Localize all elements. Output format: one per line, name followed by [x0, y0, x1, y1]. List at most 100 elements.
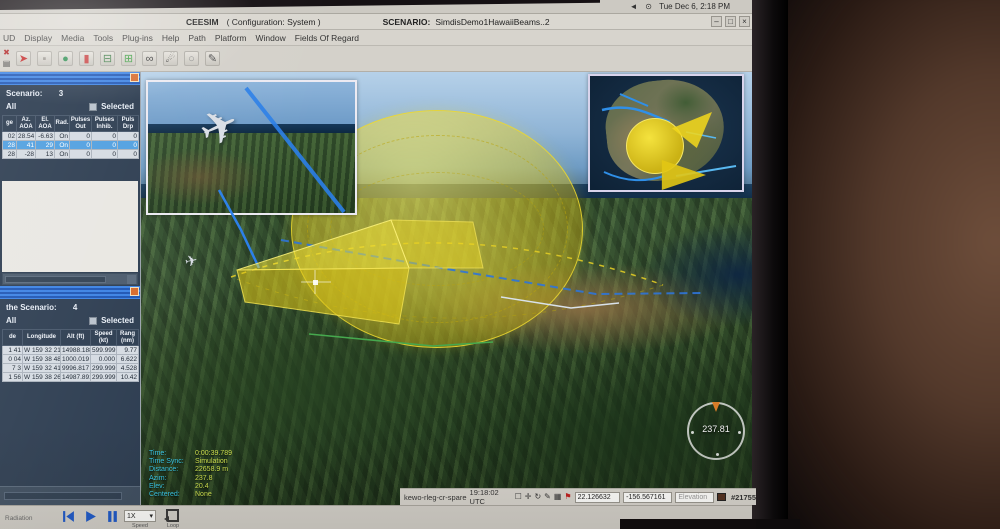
dot-icon[interactable]: ○	[184, 51, 199, 66]
menu-item[interactable]: UD	[3, 33, 15, 43]
table-cell: 28	[3, 150, 17, 159]
pencil-icon[interactable]: ✎	[544, 492, 551, 502]
network-icon[interactable]: ⊟	[100, 51, 115, 66]
scrollbar-thumb[interactable]	[5, 276, 106, 283]
close-button[interactable]: ×	[739, 16, 750, 27]
menu-item[interactable]: Platform	[215, 33, 247, 43]
menu-item[interactable]: Media	[61, 33, 84, 43]
thermometer-icon[interactable]: ▮	[79, 51, 94, 66]
scrollbar-button[interactable]	[127, 275, 136, 284]
emitters-panel-titlebar[interactable]	[0, 72, 140, 85]
maximize-button[interactable]: □	[725, 16, 736, 27]
eraser-icon[interactable]: ▪	[37, 51, 52, 66]
window-controls: – □ ×	[711, 16, 750, 27]
column-header[interactable]: Az. AOA	[17, 116, 36, 132]
menu-item[interactable]: Path	[188, 33, 206, 43]
skip-to-start-button[interactable]	[62, 510, 75, 523]
table-cell: 299.999	[91, 373, 117, 382]
table-cell: On	[55, 132, 70, 141]
hud-label: Azim:	[149, 475, 195, 483]
selected-toggle[interactable]: Selected	[89, 316, 134, 325]
binoculars-icon[interactable]: ∞	[142, 51, 157, 66]
column-header[interactable]: Pulses Inhib.	[92, 116, 118, 132]
table-row[interactable]: 284129On000	[3, 141, 139, 150]
globe-icon[interactable]: ●	[58, 51, 73, 66]
column-header[interactable]: Alt (ft)	[61, 330, 91, 346]
checkbox-icon[interactable]: ☐	[515, 492, 522, 502]
column-header[interactable]: de	[3, 330, 23, 346]
table-cell: 599.999	[91, 346, 117, 355]
layers-icon[interactable]: ▤	[0, 59, 13, 68]
column-header[interactable]: Speed (kt)	[91, 330, 117, 346]
column-header[interactable]: ge	[3, 116, 17, 132]
table-row[interactable]: 1 56W 159 38 2614987.891299.99910.42	[3, 373, 139, 382]
table-row[interactable]: 7 3W 159 32 419996.817299.9994.528	[3, 364, 139, 373]
table-cell: 1 56	[3, 373, 23, 382]
pin-icon[interactable]: ➤	[16, 51, 31, 66]
selected-checkbox[interactable]	[89, 317, 97, 325]
selected-toggle[interactable]: Selected	[89, 102, 134, 111]
column-header[interactable]: Pulses Out	[70, 116, 92, 132]
menu-item[interactable]: Help	[162, 33, 179, 43]
volume-icon[interactable]: ◄	[629, 2, 638, 11]
table-cell: 0	[92, 150, 118, 159]
menu-item[interactable]: Fields Of Regard	[295, 33, 359, 43]
close-icon[interactable]: ✖	[0, 48, 13, 57]
table-cell: 4.528	[117, 364, 139, 373]
column-header[interactable]: Rad.	[55, 116, 70, 132]
left-bottom-scrollbar[interactable]	[0, 486, 140, 505]
elevation-field[interactable]: Elevation	[675, 492, 713, 503]
column-header[interactable]: El. AOA	[36, 116, 55, 132]
radar-dish-icon[interactable]: ☄	[163, 51, 178, 66]
tracks-and-beams-overlay	[141, 72, 756, 505]
grid-icon[interactable]: ⊞	[121, 51, 136, 66]
table-cell: 0	[70, 150, 92, 159]
table-row[interactable]: 0228.54-6.63On000	[3, 132, 139, 141]
flag-icon[interactable]: ⚑	[564, 492, 571, 502]
refresh-icon[interactable]: ↻	[534, 492, 541, 502]
panel-close-icon[interactable]	[130, 287, 139, 296]
plus-icon[interactable]: ✛	[525, 492, 532, 502]
longitude-field[interactable]: -156.567161	[623, 492, 672, 503]
emitters-hscrollbar[interactable]	[2, 273, 138, 285]
panel-close-icon[interactable]	[130, 73, 139, 82]
table-row[interactable]: 28-2813On000	[3, 150, 139, 159]
platforms-panel-body: the Scenario: 4 All Selected deLongitude…	[0, 299, 140, 486]
speed-select[interactable]: 1X ▾	[124, 510, 156, 522]
scenario-count-value: 4	[73, 303, 77, 312]
column-header[interactable]: Puls Drp	[118, 116, 139, 132]
selected-checkbox[interactable]	[89, 103, 97, 111]
table-cell: W 159 38 48	[23, 355, 61, 364]
table-cell: 13	[36, 150, 55, 159]
scenario-name: SimdisDemo1HawaiiBeams..2	[435, 17, 549, 27]
menu-item[interactable]: Window	[256, 33, 286, 43]
loop-button[interactable]	[166, 509, 179, 522]
menu-item[interactable]: Tools	[93, 33, 113, 43]
compass[interactable]: 237.81	[687, 402, 745, 460]
window-titlebar[interactable]: CEESIM ( Configuration: System ) SCENARI…	[0, 14, 756, 30]
menu-item[interactable]: Plug-ins	[122, 33, 153, 43]
table-cell: 0	[70, 141, 92, 150]
table-row[interactable]: 0 04W 159 38 481000.0190.0006.622	[3, 355, 139, 364]
latitude-field[interactable]: 22.126632	[575, 492, 621, 503]
play-button[interactable]	[84, 510, 97, 523]
selected-label: Selected	[101, 316, 134, 325]
compass-heading: 237.81	[689, 424, 743, 434]
column-header[interactable]: Rang (nm)	[117, 330, 139, 346]
column-header[interactable]: Longitude	[23, 330, 61, 346]
table-row[interactable]: 1 41W 159 32 2114988.188599.9999.77	[3, 346, 139, 355]
aircraft-icon[interactable]: ✈	[184, 253, 199, 270]
scenario-count-label: Scenario:	[6, 89, 42, 98]
platforms-panel-titlebar[interactable]	[0, 286, 140, 299]
minimize-button[interactable]: –	[711, 16, 722, 27]
table-cell: 0 04	[3, 355, 23, 364]
pencil-icon[interactable]: ✎	[205, 51, 220, 66]
grid-icon[interactable]: ▦	[554, 492, 562, 502]
table-cell: 02	[3, 132, 17, 141]
hud-row: Time:0:00:39.789	[149, 450, 232, 458]
pause-button[interactable]	[106, 510, 119, 523]
menu-item[interactable]: Display	[24, 33, 52, 43]
power-icon[interactable]: ⊙	[644, 2, 653, 11]
viewer-3d[interactable]: ✈ ✈	[140, 72, 756, 505]
scrollbar-track[interactable]	[4, 492, 122, 500]
